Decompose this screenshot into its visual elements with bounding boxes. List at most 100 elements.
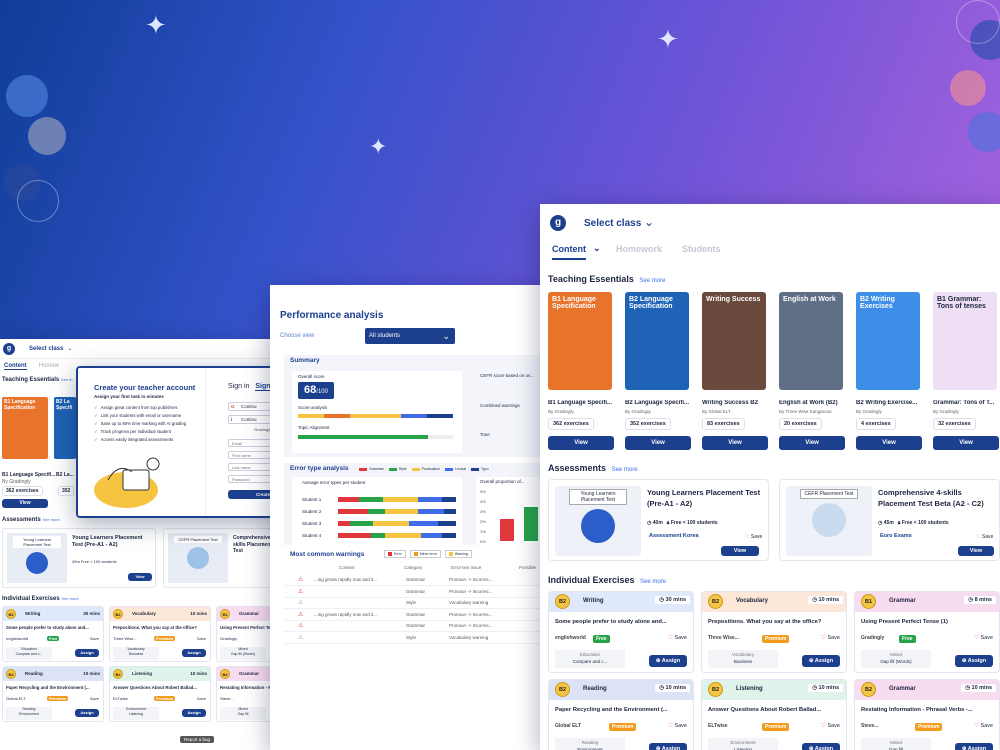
exercise-card[interactable]: B2 Reading ◷ 10 mins Paper Recycling and th… <box>548 679 694 750</box>
view-button[interactable]: View <box>856 436 922 450</box>
exercise-count: 83 exercises <box>702 418 745 430</box>
save-button[interactable]: ♡ Save <box>821 723 840 729</box>
decor-circle <box>968 112 1000 152</box>
exercise-card[interactable]: B2 Listening 10 mins Answer Questions About… <box>109 666 211 722</box>
see-more-link[interactable]: See more <box>640 579 666 585</box>
see-more-link[interactable]: See more <box>639 278 665 284</box>
student-label: Student 2 <box>302 509 322 514</box>
view-button[interactable]: View <box>721 546 759 556</box>
exercise-header: B2 Vocabulary 10 mins <box>110 607 210 621</box>
book-cover[interactable]: B1 Language Specification <box>548 292 612 390</box>
table-row[interactable]: ⚠ Style Vocabulary warning <box>284 598 560 609</box>
exercise-header: B2 Writing 30 mins <box>3 607 103 621</box>
view-button[interactable]: View <box>548 436 614 450</box>
exercise-card[interactable]: B2GrammarRestating Information - Phrasal… <box>216 666 274 722</box>
assign-button[interactable]: ⊕ Assign <box>649 743 687 750</box>
assessment-card[interactable]: CEFR Placement Test Comprehensive 4-skill… <box>779 479 1000 561</box>
save-button[interactable]: ♡ Save <box>745 534 762 540</box>
warning-icon: ⚠ <box>298 623 304 629</box>
assessments-heading: Assessments See more <box>548 463 638 473</box>
exercise-card[interactable]: B2 Vocabulary 10 mins Prepositions. What yo… <box>109 606 211 662</box>
legend-item: Error <box>384 550 406 558</box>
see-more-link[interactable]: See more <box>612 467 638 473</box>
save-button[interactable]: ♡ Save <box>821 635 840 641</box>
exercise-card[interactable]: B2 Grammar ◷ 10 mins Restating Information … <box>854 679 1000 750</box>
book-cover[interactable]: English at Work <box>779 292 843 390</box>
left-assess-view[interactable]: View <box>128 573 152 581</box>
book-author: By Gradingly <box>933 409 959 414</box>
assign-button[interactable]: Assign <box>182 649 206 657</box>
see-more-link[interactable]: See more <box>42 517 59 522</box>
save-button[interactable]: ♡ Save <box>974 635 993 641</box>
axis-tick: 2% <box>480 519 486 524</box>
bar-segment <box>367 509 386 514</box>
assign-button[interactable]: ⊕ Assign <box>649 655 687 667</box>
view-button[interactable]: View <box>958 546 994 556</box>
view-button[interactable]: View <box>702 436 768 450</box>
exercise-card[interactable]: B2 Writing 30 mins Some people prefer to st… <box>2 606 104 662</box>
table-row[interactable]: ⚠ ...ing grows rapidly now and it... Gramm… <box>284 575 560 586</box>
book-cover[interactable]: B2 Language Specification <box>625 292 689 390</box>
chevron-down-icon[interactable]: ⌄ <box>644 215 654 229</box>
save-button[interactable]: ♡ Save <box>974 723 993 729</box>
table-row[interactable]: ⚠ Style Vocabulary warning <box>284 633 560 644</box>
warnings-header-row: Context Category Error text issue Possib… <box>339 565 537 570</box>
select-class[interactable]: Select class <box>29 346 63 352</box>
tab-students[interactable]: Students <box>682 244 721 254</box>
tab-homework[interactable]: Homew <box>39 363 59 369</box>
view-button[interactable]: View <box>625 436 691 450</box>
exercise-card[interactable]: B1 Grammar ◷ 8 mins Using Present Perfect T… <box>854 591 1000 673</box>
assign-button[interactable]: ⊕ Assign <box>955 655 993 667</box>
topic-alignment-bar <box>298 435 453 439</box>
view-button[interactable]: View <box>779 436 845 450</box>
left-book-cover-2[interactable]: B2 La Specifi <box>54 397 76 459</box>
book-cover[interactable]: B1 Grammar: Tons of tenses <box>933 292 997 390</box>
left-view-button[interactable]: View <box>2 499 48 508</box>
left-assessment-card[interactable]: Young Learners Placement Test Young Lear… <box>2 528 156 588</box>
assessment-card[interactable]: Young Learners Placement Test Young Learn… <box>548 479 769 561</box>
see-more-link[interactable]: See more <box>61 596 78 601</box>
assign-button[interactable]: ⊕ Assign <box>802 655 840 667</box>
view-select[interactable]: All students ⌄ <box>365 328 455 344</box>
legend-swatch <box>445 467 454 471</box>
check-icon: ✓ <box>94 437 98 442</box>
exercise-card[interactable]: B1GrammarUsing Present Perfect Tense (1)… <box>216 606 274 662</box>
tab-content[interactable]: Content <box>4 363 27 370</box>
select-class[interactable]: Select class <box>584 218 641 229</box>
book-cover[interactable]: B2 Writing Exercises <box>856 292 920 390</box>
book-title: B1 Language Specifi... <box>548 400 613 406</box>
table-row[interactable]: ⚠ Grammar Pronoun -> Incorrec... <box>284 621 560 632</box>
publisher-logo: Euro Exams <box>880 533 912 539</box>
tab-content[interactable]: Content <box>552 244 586 260</box>
tab-sign-in[interactable]: Sign in <box>228 383 249 390</box>
info-icon: ⚠ <box>298 634 304 641</box>
book-cover[interactable]: Writing Success <box>702 292 766 390</box>
chevron-down-icon[interactable]: ⌄ <box>67 345 72 352</box>
exercise-card[interactable]: B2 Listening ◷ 10 mins Answer Questions Abo… <box>701 679 847 750</box>
left-assessment-card-2[interactable]: CEFR Placement Test Comprehensive 4-skil… <box>163 528 276 588</box>
tab-homework[interactable]: Homework <box>616 244 662 254</box>
assessment-thumb: Young Learners Placement Test <box>555 486 641 556</box>
axis-tick: 4% <box>480 499 486 504</box>
error-legend: Grammar Style Punctuation Lexical Typo <box>359 467 494 471</box>
assign-button[interactable]: Assign <box>75 709 99 717</box>
save-button[interactable]: ♡ Save <box>668 723 687 729</box>
tab-sign-up[interactable]: Sign <box>255 383 271 391</box>
left-book-cover-1[interactable]: B1 Language Specification <box>2 397 48 459</box>
assessment-meta: ◷ 40m 🔒︎ Free < 100 students <box>647 520 718 526</box>
report-bug-button[interactable]: Report a bug <box>180 736 215 743</box>
assign-button[interactable]: Assign <box>182 709 206 717</box>
save-button[interactable]: ♡ Save <box>976 534 993 540</box>
assign-button[interactable]: ⊕ Assign <box>955 743 993 750</box>
exercise-card[interactable]: B2 Reading 10 mins Paper Recycling and the … <box>2 666 104 722</box>
exercise-card[interactable]: B2 Vocabulary ◷ 10 mins Prepositions. What … <box>701 591 847 673</box>
table-row[interactable]: ⚠ Grammar Pronoun -> Incorrec... <box>284 587 560 598</box>
assign-button[interactable]: Assign <box>75 649 99 657</box>
view-button[interactable]: View <box>933 436 999 450</box>
bar-segment <box>408 521 439 526</box>
save-button[interactable]: ♡ Save <box>668 635 687 641</box>
assign-button[interactable]: ⊕ Assign <box>802 743 840 750</box>
see-more-link[interactable]: See m <box>61 377 73 382</box>
table-row[interactable]: ⚠ ...ing grows rapidly now and it... Gramm… <box>284 610 560 621</box>
exercise-card[interactable]: B2 Writing ◷ 30 mins Some people prefer to … <box>548 591 694 673</box>
